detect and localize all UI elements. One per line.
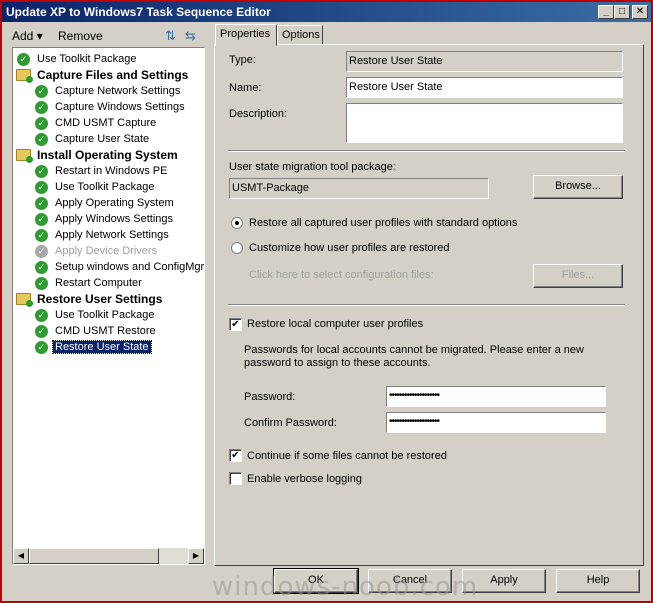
tree-item-label: Apply Operating System (55, 197, 174, 209)
type-field: Restore User State (346, 51, 623, 72)
radio-customize-label[interactable]: Customize how user profiles are restored (249, 242, 450, 254)
check-icon: ✓ (35, 197, 48, 210)
task-sequence-editor-window: Update XP to Windows7 Task Sequence Edit… (0, 0, 653, 603)
separator-1 (228, 150, 625, 152)
tree-item-label: Apply Network Settings (55, 229, 169, 241)
scroll-left-button[interactable]: ◀ (13, 548, 29, 564)
check-icon: ✓ (35, 341, 48, 354)
continue-label[interactable]: Continue if some files cannot be restore… (247, 450, 447, 462)
remove-menu[interactable]: Remove (58, 29, 103, 43)
tree-item-label: Apply Windows Settings (55, 213, 173, 225)
continue-checkbox[interactable]: ✔ (229, 449, 242, 462)
menu-bar: Add ▾ Remove ⇅ ⇆ (8, 27, 208, 45)
folder-icon (16, 69, 33, 83)
tree-item-label: CMD USMT Restore (55, 325, 156, 337)
check-icon: ✓ (35, 245, 48, 258)
tree-item-label: Capture Files and Settings (37, 68, 189, 82)
type-label: Type: (229, 54, 256, 66)
tree-item-label: Restart in Windows PE (55, 165, 168, 177)
move-down-icon[interactable]: ⇆ (185, 28, 201, 44)
tree-item-label: Restore User Settings (37, 292, 163, 306)
scroll-thumb[interactable] (29, 548, 159, 564)
maximize-button[interactable]: □ (614, 5, 630, 19)
description-field[interactable] (346, 103, 623, 143)
tree-horizontal-scrollbar[interactable]: ◀ ▶ (13, 548, 204, 564)
check-icon: ✓ (35, 133, 48, 146)
restore-local-label[interactable]: Restore local computer user profiles (247, 318, 423, 330)
radio-customize[interactable] (231, 242, 243, 254)
add-menu[interactable]: Add ▾ (12, 29, 43, 43)
check-icon: ✓ (35, 213, 48, 226)
passwords-note: Passwords for local accounts cannot be m… (244, 344, 584, 369)
check-icon: ✓ (35, 181, 48, 194)
separator-2 (228, 304, 625, 306)
folder-icon (16, 293, 33, 307)
tree-item-label: Use Toolkit Package (37, 53, 137, 65)
tree-item-label: Restore User State (52, 340, 152, 354)
tree-item-label: Apply Device Drivers (55, 245, 158, 257)
folder-icon (16, 149, 33, 163)
tree-item-label: Use Toolkit Package (55, 181, 155, 193)
password-field[interactable]: •••••••••••••••••••• (386, 386, 606, 407)
files-button[interactable]: Files... (533, 264, 623, 288)
tree-item-label: Capture Network Settings (55, 85, 181, 97)
check-icon: ✓ (35, 277, 48, 290)
move-up-icon[interactable]: ⇅ (165, 28, 181, 44)
check-icon: ✓ (35, 101, 48, 114)
package-field: USMT-Package (229, 178, 489, 199)
check-icon: ✓ (35, 117, 48, 130)
name-field[interactable]: Restore User State (346, 77, 623, 98)
confirm-password-label: Confirm Password: (244, 417, 337, 429)
check-icon: ✓ (35, 309, 48, 322)
tab-options[interactable]: Options (277, 25, 323, 45)
check-icon: ✓ (35, 165, 48, 178)
check-icon: ✓ (35, 229, 48, 242)
radio-restore-all-label[interactable]: Restore all captured user profiles with … (249, 217, 517, 229)
confirm-password-field[interactable]: •••••••••••••••••••• (386, 412, 606, 433)
config-files-hint: Click here to select configuration files… (249, 269, 434, 281)
tree-item-label: Install Operating System (37, 148, 178, 162)
title-bar: Update XP to Windows7 Task Sequence Edit… (2, 2, 651, 22)
tree-item-label: Capture Windows Settings (55, 101, 185, 113)
tree-item-label: Use Toolkit Package (55, 309, 155, 321)
description-label: Description: (229, 108, 288, 120)
check-icon: ✓ (17, 53, 30, 66)
browse-button[interactable]: Browse... (533, 175, 623, 199)
restore-local-checkbox[interactable]: ✔ (229, 318, 242, 331)
tree-item-label: Capture User State (55, 133, 150, 145)
verbose-checkbox[interactable] (229, 472, 242, 485)
tree-item-label: Setup windows and ConfigMgr (55, 261, 205, 273)
password-label: Password: (244, 391, 296, 403)
watermark: windows-noob.com (212, 572, 479, 602)
window-title: Update XP to Windows7 Task Sequence Edit… (6, 5, 271, 19)
name-label: Name: (229, 82, 262, 94)
close-button[interactable]: ✕ (632, 5, 648, 19)
scroll-right-button[interactable]: ▶ (188, 548, 204, 564)
package-label: User state migration tool package: (229, 161, 396, 173)
check-icon: ✓ (35, 85, 48, 98)
verbose-label[interactable]: Enable verbose logging (247, 473, 362, 485)
check-icon: ✓ (35, 325, 48, 338)
minimize-button[interactable]: _ (598, 5, 614, 19)
task-sequence-tree[interactable]: ✓ Use Toolkit Package Capture Files and Se… (12, 47, 205, 565)
tree-item-label: Restart Computer (55, 277, 142, 289)
tab-properties[interactable]: Properties (215, 24, 277, 46)
help-button[interactable]: Help (556, 569, 640, 593)
radio-restore-all[interactable] (231, 217, 243, 229)
check-icon: ✓ (35, 261, 48, 274)
tree-item-label: CMD USMT Capture (55, 117, 157, 129)
